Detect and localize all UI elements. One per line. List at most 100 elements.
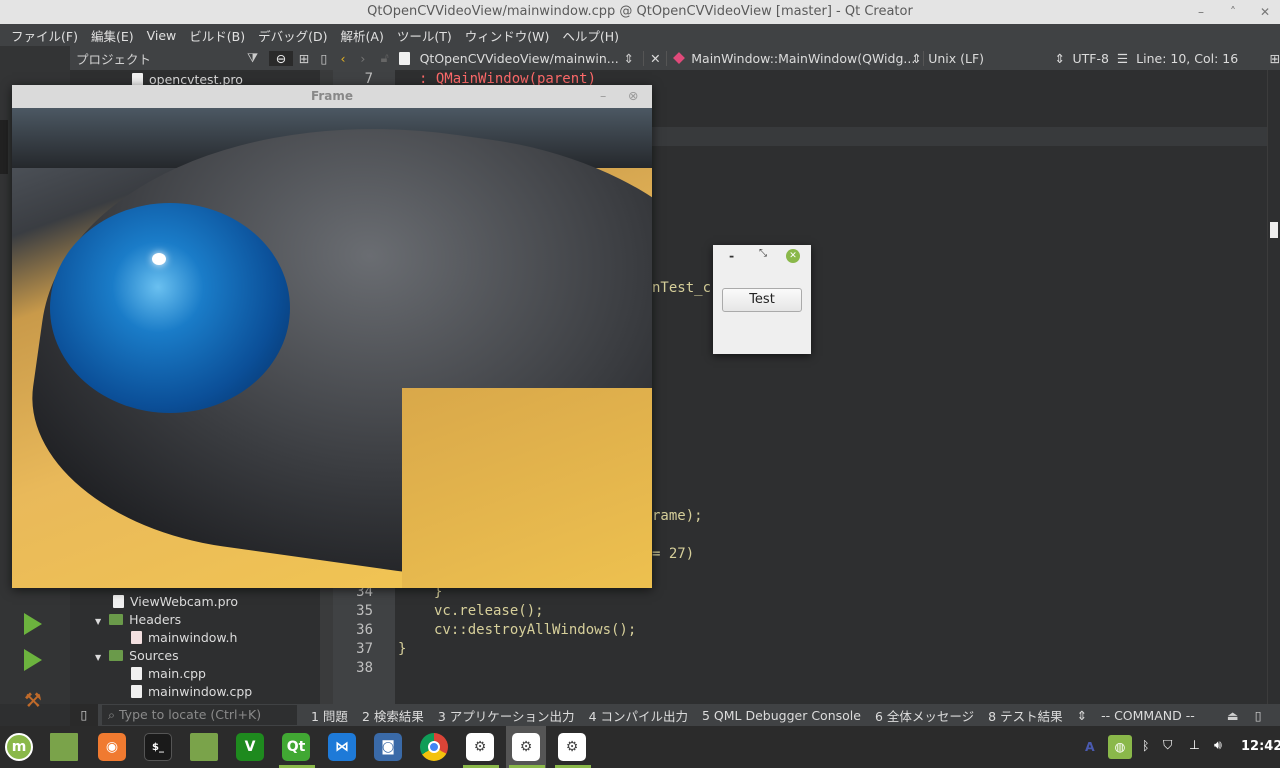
- maximize-button[interactable]: ˄: [1222, 0, 1244, 24]
- project-view-selector[interactable]: プロジェクト: [76, 49, 247, 68]
- settings-icon[interactable]: ⚙: [558, 733, 586, 761]
- open-document-selector[interactable]: QtOpenCVVideoView/mainwin...: [420, 51, 624, 66]
- editor-scrollbar[interactable]: [1267, 70, 1280, 704]
- cpp-file-icon: [398, 51, 410, 65]
- menu-edit[interactable]: 編集(E): [80, 26, 134, 45]
- code-fragment: nTest_c: [652, 280, 712, 296]
- terminal-icon[interactable]: $_: [144, 733, 172, 761]
- more-tabs-icon[interactable]: ⇕: [1077, 708, 1087, 723]
- close-button[interactable]: ✕: [1254, 0, 1276, 24]
- menu-build[interactable]: ビルド(B): [178, 26, 245, 45]
- screenshot-icon[interactable]: ◙: [374, 733, 402, 761]
- tree-item[interactable]: ViewWebcam.pro: [113, 594, 238, 609]
- taskbar: m ◉ $_ V Qt ⋈ ◙ ⚙ ⚙ ⚙ A ◍ ᛒ ⛉ ⊥ 🔊︎ 12:42: [0, 726, 1280, 768]
- menu-debug[interactable]: デバッグ(D): [247, 26, 327, 45]
- settings-icon[interactable]: ⚙: [466, 733, 494, 761]
- files-icon[interactable]: [190, 733, 218, 761]
- menu-view[interactable]: View: [136, 28, 177, 43]
- locate-input[interactable]: ⌕ Type to locate (Ctrl+K): [102, 705, 297, 725]
- vim-mode: -- COMMAND --: [1101, 707, 1195, 723]
- frame-title: Frame: [310, 89, 354, 103]
- split-icon[interactable]: ⊞: [293, 51, 315, 66]
- network-icon[interactable]: ⊥: [1189, 737, 1200, 752]
- split-icon[interactable]: ⊞: [1270, 51, 1280, 66]
- vscode-icon[interactable]: ⋈: [328, 733, 356, 761]
- tree-item[interactable]: ▼ Sources: [95, 648, 179, 663]
- filter-icon[interactable]: ⧩: [247, 50, 269, 66]
- output-pane-bar: ▯ ⌕ Type to locate (Ctrl+K) 1 問題 2 検索結果 …: [70, 704, 1280, 726]
- volume-icon[interactable]: 🔊︎: [1214, 737, 1222, 753]
- tree-item[interactable]: main.cpp: [131, 666, 206, 681]
- tab-test-results[interactable]: 8 テスト結果: [988, 706, 1062, 725]
- settings-icon[interactable]: ⚙: [512, 733, 540, 761]
- line-number: 35: [356, 603, 373, 619]
- debug-run-icon[interactable]: [24, 649, 42, 671]
- code-fragment: rame);: [652, 508, 703, 524]
- cpp-file-icon: [131, 667, 142, 680]
- dialog-close-button[interactable]: ✕: [786, 249, 800, 263]
- forward-icon[interactable]: ›: [353, 51, 373, 66]
- cursor-position[interactable]: Line: 10, Col: 16: [1136, 51, 1255, 66]
- frame-close-button[interactable]: ⊗: [628, 88, 638, 103]
- frame-title-bar[interactable]: Frame: [12, 85, 652, 108]
- frame-minimize-button[interactable]: –: [600, 88, 606, 103]
- tab-general-messages[interactable]: 6 全体メッセージ: [875, 706, 974, 725]
- encoding-label[interactable]: UTF-8: [1072, 51, 1108, 66]
- close-panel-icon[interactable]: ▯: [315, 51, 333, 66]
- pro-file-icon: [113, 595, 124, 608]
- document-icon: ☰: [1116, 50, 1129, 66]
- tab-application-output[interactable]: 3 アプリケーション出力: [438, 706, 575, 725]
- menu-file[interactable]: ファイル(F): [0, 26, 78, 45]
- window-title-bar: QtOpenCVVideoView/mainwindow.cpp @ QtOpe…: [0, 0, 1280, 24]
- dialog-maximize-button[interactable]: ⤡: [759, 248, 767, 259]
- keyboard-layout[interactable]: A: [1085, 739, 1095, 754]
- build-hammer-icon[interactable]: ⚒: [24, 688, 46, 712]
- back-icon[interactable]: ‹: [333, 51, 353, 66]
- tree-item[interactable]: mainwindow.h: [131, 630, 237, 645]
- run-icon[interactable]: [24, 613, 42, 635]
- minimize-button[interactable]: –: [1190, 0, 1212, 24]
- shield-icon[interactable]: ⛉: [1163, 737, 1172, 753]
- editor-toolbar: ‹ › 🔓︎ QtOpenCVVideoView/mainwin... ⇕ ✕ …: [333, 46, 1280, 70]
- expand-arrow-icon[interactable]: ▼: [95, 653, 101, 662]
- close-document-icon[interactable]: ✕: [643, 50, 668, 66]
- tab-compile-output[interactable]: 4 コンパイル出力: [589, 706, 688, 725]
- menu-help[interactable]: ヘルプ(H): [551, 26, 619, 45]
- android-icon[interactable]: ◍: [1108, 735, 1132, 759]
- test-button[interactable]: Test: [722, 288, 802, 312]
- show-desktop-icon[interactable]: [50, 733, 78, 761]
- firefox-icon[interactable]: ◉: [98, 733, 126, 761]
- folder-icon: [109, 650, 124, 661]
- menu-tools[interactable]: ツール(T): [386, 26, 452, 45]
- vim-icon[interactable]: V: [236, 733, 264, 761]
- maximize-output-icon[interactable]: ⏏: [1221, 708, 1245, 723]
- menu-analyze[interactable]: 解析(A): [330, 26, 384, 45]
- scrollbar-thumb[interactable]: [1270, 222, 1278, 238]
- line-ending-selector[interactable]: Unix (LF): [923, 50, 1054, 66]
- clock[interactable]: 12:42: [1241, 739, 1280, 754]
- tree-item[interactable]: mainwindow.cpp: [131, 684, 252, 699]
- expand-arrow-icon[interactable]: ▼: [95, 617, 101, 626]
- cpp-file-icon: [131, 685, 142, 698]
- code-line: }: [398, 641, 407, 657]
- bluetooth-icon[interactable]: ᛒ: [1142, 738, 1150, 753]
- tab-issues[interactable]: 1 問題: [311, 706, 348, 725]
- toggle-right-sidebar-icon[interactable]: ▯: [1255, 708, 1262, 723]
- line-number: 37: [356, 641, 373, 657]
- symbol-selector[interactable]: MainWindow::MainWindow(QWidg...: [691, 51, 915, 66]
- tab-search-results[interactable]: 2 検索結果: [362, 706, 424, 725]
- code-line: vc.release();: [434, 603, 544, 619]
- toggle-sidebar-icon[interactable]: ▯: [70, 704, 98, 726]
- chrome-icon[interactable]: [420, 733, 448, 761]
- menu-window[interactable]: ウィンドウ(W): [454, 26, 550, 45]
- mint-menu-icon[interactable]: m: [5, 733, 33, 761]
- tree-item[interactable]: ▼ Headers: [95, 612, 181, 627]
- tab-qml-debugger[interactable]: 5 QML Debugger Console: [702, 708, 861, 723]
- menu-bar: ファイル(F) 編集(E) View ビルド(B) デバッグ(D) 解析(A) …: [0, 24, 1280, 46]
- qt-creator-icon[interactable]: Qt: [282, 733, 310, 761]
- dialog-minimize-button[interactable]: -: [729, 248, 734, 263]
- header-file-icon: [131, 631, 142, 644]
- lock-icon: 🔓︎: [380, 50, 389, 65]
- updown-icon: ⇕: [911, 50, 922, 66]
- link-icon[interactable]: ⊖: [269, 50, 293, 66]
